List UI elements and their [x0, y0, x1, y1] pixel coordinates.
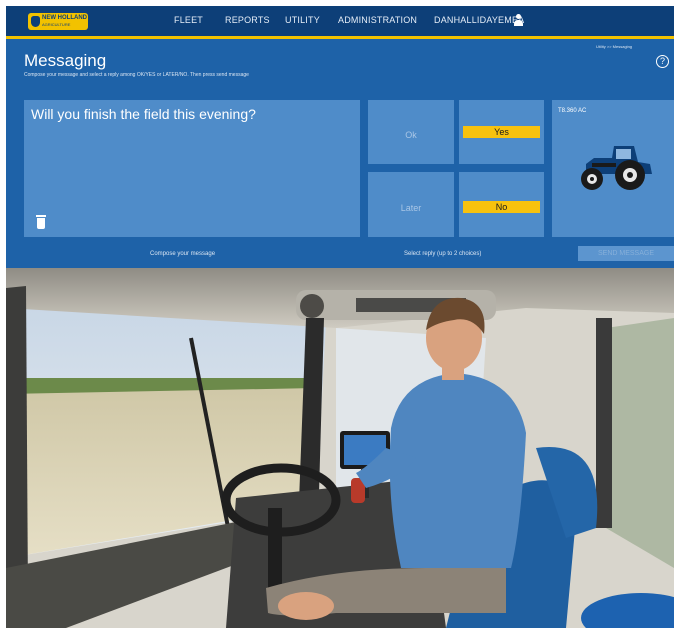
reply-yes-label: Yes	[463, 126, 540, 138]
messaging-screen: NEW HOLLAND AGRICULTURE FLEET REPORTS UT…	[6, 6, 674, 268]
accent-stripe	[6, 36, 674, 39]
frame: NEW HOLLAND AGRICULTURE FLEET REPORTS UT…	[6, 6, 674, 628]
nav-utility[interactable]: UTILITY	[285, 15, 320, 29]
breadcrumb[interactable]: Utility >> Messaging	[596, 44, 632, 49]
cab-photo-illustration	[6, 268, 674, 628]
send-message-button[interactable]: SEND MESSAGE	[578, 246, 674, 261]
reply-later-option[interactable]: Later	[368, 172, 454, 237]
vehicle-name: T8.360 AC	[558, 108, 587, 114]
brand-logo[interactable]: NEW HOLLAND AGRICULTURE	[28, 13, 88, 30]
help-icon[interactable]: ?	[656, 55, 669, 68]
nav-fleet[interactable]: FLEET	[174, 15, 203, 29]
reply-later-label: Later	[400, 203, 422, 213]
top-nav-bar: NEW HOLLAND AGRICULTURE FLEET REPORTS UT…	[6, 6, 674, 36]
operator-cab-photo	[6, 268, 674, 628]
nav-reports[interactable]: REPORTS	[225, 15, 270, 29]
reply-no-option[interactable]: No	[459, 172, 544, 237]
vehicle-card[interactable]: T8.360 AC	[552, 100, 674, 237]
leaf-icon	[31, 16, 40, 27]
reply-no-label: No	[463, 201, 540, 213]
reply-instructions: Select reply (up to 2 choices)	[404, 251, 482, 257]
reply-ok-label: Ok	[405, 130, 417, 140]
logo-text: NEW HOLLAND	[42, 15, 87, 21]
page-title: Messaging	[24, 51, 107, 70]
tractor-icon	[581, 146, 652, 190]
logo-tagline: AGRICULTURE	[42, 22, 71, 27]
message-compose-field[interactable]: Will you finish the field this evening?	[24, 100, 360, 237]
trash-icon[interactable]	[36, 215, 46, 229]
compose-label: Compose your message	[150, 251, 216, 257]
nav-user[interactable]: DANHALLIDAYEMEA	[434, 15, 524, 29]
message-text: Will you finish the field this evening?	[31, 106, 256, 122]
reply-yes-option[interactable]: Yes	[459, 100, 544, 164]
reply-ok-option[interactable]: Ok	[368, 100, 454, 164]
page-instructions: Compose your message and select a reply …	[24, 72, 249, 78]
user-icon[interactable]	[513, 14, 523, 26]
nav-administration[interactable]: ADMINISTRATION	[338, 15, 417, 29]
